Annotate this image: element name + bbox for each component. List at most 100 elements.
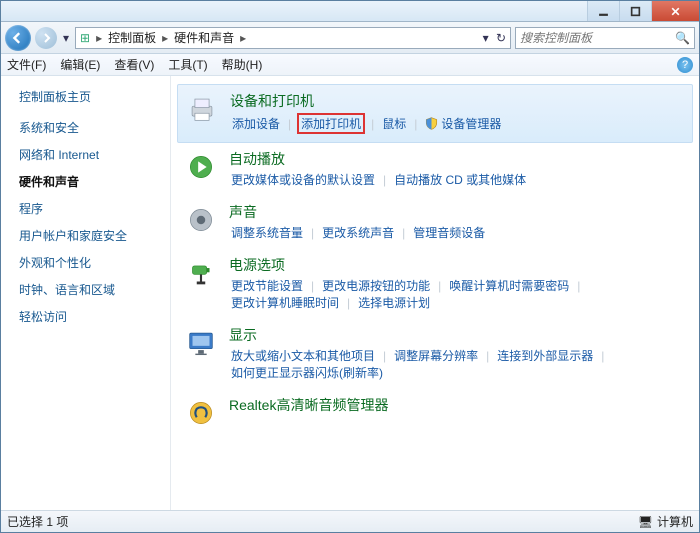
sidebar-home[interactable]: 控制面板主页 (19, 88, 160, 105)
statusbar: 已选择 1 项 🖥 计算机 (1, 510, 699, 532)
menu-view[interactable]: 查看(V) (114, 56, 154, 73)
category-sound: 声音调整系统音量|更改系统声音|管理音频设备 (177, 196, 693, 249)
menu-help[interactable]: 帮助(H) (222, 56, 263, 73)
divider: | (396, 226, 411, 240)
sidebar-item-programs[interactable]: 程序 (19, 200, 160, 217)
link-autoplay-1[interactable]: 自动播放 CD 或其他媒体 (392, 171, 528, 188)
nav-forward-button[interactable] (35, 27, 57, 49)
category-devices-printers: 设备和打印机添加设备|添加打印机|鼠标| 设备管理器 (177, 84, 693, 143)
link-devices-printers-3[interactable]: 设备管理器 (423, 115, 503, 132)
divider: | (282, 117, 297, 131)
body: 控制面板主页 系统和安全 网络和 Internet 硬件和声音 程序 用户帐户和… (1, 76, 699, 510)
link-display-1[interactable]: 调整屏幕分辨率 (392, 347, 480, 364)
address-dropdown[interactable]: ▾ ↻ (483, 31, 506, 45)
control-panel-icon: ⊞ (80, 31, 90, 45)
category-title[interactable]: Realtek高清晰音频管理器 (229, 395, 687, 415)
sidebar-item-system-security[interactable]: 系统和安全 (19, 119, 160, 136)
breadcrumb-sub[interactable]: 硬件和声音 (174, 29, 234, 46)
link-autoplay-0[interactable]: 更改媒体或设备的默认设置 (229, 171, 377, 188)
divider: | (305, 226, 320, 240)
breadcrumb-sep-icon: ▸ (162, 31, 168, 45)
nav-back-button[interactable] (5, 25, 31, 51)
address-bar[interactable]: ⊞ ▸ 控制面板 ▸ 硬件和声音 ▸ ▾ ↻ (75, 27, 511, 49)
link-sound-0[interactable]: 调整系统音量 (229, 224, 305, 241)
breadcrumb-sep-icon: ▸ (240, 31, 246, 45)
menubar: 文件(F) 编辑(E) 查看(V) 工具(T) 帮助(H) ? (1, 54, 699, 76)
printer-icon (184, 91, 220, 127)
sidebar: 控制面板主页 系统和安全 网络和 Internet 硬件和声音 程序 用户帐户和… (1, 76, 171, 510)
realtek-icon (183, 395, 219, 431)
link-power-1[interactable]: 更改电源按钮的功能 (320, 277, 432, 294)
link-display-3[interactable]: 如何更正显示器闪烁(刷新率) (229, 364, 385, 381)
category-title[interactable]: 显示 (229, 325, 687, 345)
link-power-0[interactable]: 更改节能设置 (229, 277, 305, 294)
category-body: Realtek高清晰音频管理器 (229, 395, 687, 417)
menu-tools[interactable]: 工具(T) (168, 56, 207, 73)
link-power-3[interactable]: 更改计算机睡眠时间 (229, 294, 341, 311)
status-right-label: 计算机 (657, 513, 693, 530)
category-title[interactable]: 设备和打印机 (230, 91, 686, 111)
divider: | (305, 279, 320, 293)
divider: | (408, 117, 423, 131)
maximize-icon (630, 6, 641, 17)
divider: | (377, 349, 392, 363)
content: 设备和打印机添加设备|添加打印机|鼠标| 设备管理器自动播放更改媒体或设备的默认… (171, 76, 699, 510)
category-body: 电源选项更改节能设置|更改电源按钮的功能|唤醒计算机时需要密码|更改计算机睡眠时… (229, 255, 687, 311)
category-body: 设备和打印机添加设备|添加打印机|鼠标| 设备管理器 (230, 91, 686, 134)
category-title[interactable]: 声音 (229, 202, 687, 222)
link-devices-printers-0[interactable]: 添加设备 (230, 115, 282, 132)
arrow-left-icon (12, 32, 24, 44)
close-icon (670, 6, 681, 17)
category-realtek: Realtek高清晰音频管理器 (177, 389, 693, 439)
sidebar-item-clock-lang[interactable]: 时钟、语言和区域 (19, 281, 160, 298)
breadcrumb-root[interactable]: 控制面板 (108, 29, 156, 46)
divider: | (595, 349, 610, 363)
navbar: ▾ ⊞ ▸ 控制面板 ▸ 硬件和声音 ▸ ▾ ↻ 🔍 (1, 22, 699, 54)
minimize-icon (598, 6, 609, 17)
status-right: 🖥 计算机 (638, 513, 693, 530)
category-links: 放大或缩小文本和其他项目|调整屏幕分辨率|连接到外部显示器|如何更正显示器闪烁(… (229, 347, 687, 381)
refresh-icon[interactable]: ↻ (496, 31, 506, 45)
category-title[interactable]: 电源选项 (229, 255, 687, 275)
divider: | (377, 173, 392, 187)
sidebar-item-hardware-sound[interactable]: 硬件和声音 (19, 173, 160, 190)
close-button[interactable] (651, 1, 699, 21)
sidebar-item-users[interactable]: 用户帐户和家庭安全 (19, 227, 160, 244)
window: ▾ ⊞ ▸ 控制面板 ▸ 硬件和声音 ▸ ▾ ↻ 🔍 文件(F) 编辑(E) 查… (0, 0, 700, 533)
menu-edit[interactable]: 编辑(E) (60, 56, 100, 73)
category-autoplay: 自动播放更改媒体或设备的默认设置|自动播放 CD 或其他媒体 (177, 143, 693, 196)
status-left: 已选择 1 项 (7, 513, 68, 530)
divider: | (365, 117, 380, 131)
speaker-icon (183, 202, 219, 238)
sidebar-item-ease[interactable]: 轻松访问 (19, 308, 160, 325)
divider: | (571, 279, 586, 293)
minimize-button[interactable] (587, 1, 619, 21)
link-devices-printers-2[interactable]: 鼠标 (380, 115, 408, 132)
link-devices-printers-1[interactable]: 添加打印机 (297, 113, 365, 134)
help-icon[interactable]: ? (677, 57, 693, 73)
sidebar-item-network[interactable]: 网络和 Internet (19, 146, 160, 163)
category-links: 调整系统音量|更改系统声音|管理音频设备 (229, 224, 687, 241)
search-box[interactable]: 🔍 (515, 27, 695, 49)
maximize-button[interactable] (619, 1, 651, 21)
link-sound-1[interactable]: 更改系统声音 (320, 224, 396, 241)
nav-history-dropdown[interactable]: ▾ (61, 31, 71, 45)
computer-icon: 🖥 (638, 515, 653, 529)
arrow-right-icon (41, 33, 51, 43)
search-input[interactable] (520, 31, 675, 45)
link-sound-2[interactable]: 管理音频设备 (411, 224, 487, 241)
link-power-2[interactable]: 唤醒计算机时需要密码 (447, 277, 571, 294)
category-power: 电源选项更改节能设置|更改电源按钮的功能|唤醒计算机时需要密码|更改计算机睡眠时… (177, 249, 693, 319)
link-power-4[interactable]: 选择电源计划 (356, 294, 432, 311)
sidebar-item-appearance[interactable]: 外观和个性化 (19, 254, 160, 271)
search-icon: 🔍 (675, 31, 690, 45)
menu-file[interactable]: 文件(F) (7, 56, 46, 73)
divider: | (341, 296, 356, 310)
category-display: 显示放大或缩小文本和其他项目|调整屏幕分辨率|连接到外部显示器|如何更正显示器闪… (177, 319, 693, 389)
divider: | (432, 279, 447, 293)
titlebar (1, 1, 699, 22)
divider: | (480, 349, 495, 363)
link-display-2[interactable]: 连接到外部显示器 (495, 347, 595, 364)
category-title[interactable]: 自动播放 (229, 149, 687, 169)
link-display-0[interactable]: 放大或缩小文本和其他项目 (229, 347, 377, 364)
